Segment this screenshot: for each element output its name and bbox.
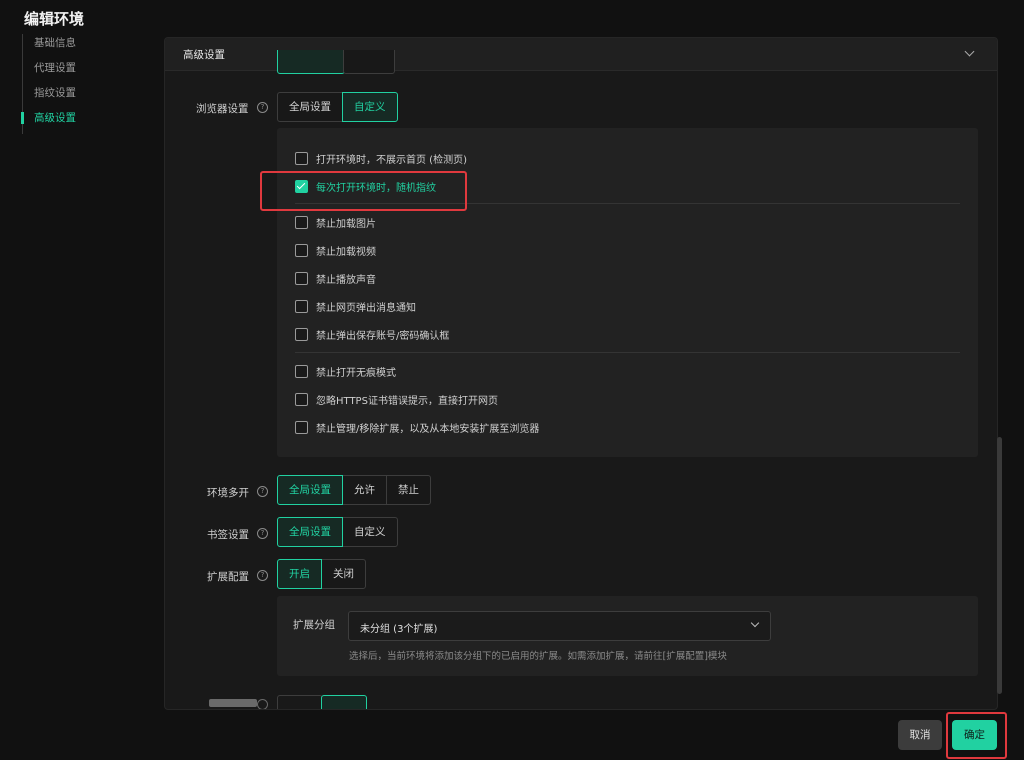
checkbox-label: 禁止打开无痕模式 <box>316 367 396 379</box>
checkbox-row[interactable]: 禁止打开无痕模式 <box>295 363 396 379</box>
side-nav: 基础信息 代理设置 指纹设置 高级设置 <box>21 34 76 134</box>
checkbox-label: 禁止网页弹出消息通知 <box>316 302 416 314</box>
checkbox-row[interactable]: 禁止弹出保存账号/密码确认框 <box>295 326 449 342</box>
checkbox-row[interactable]: 禁止管理/移除扩展，以及从本地安装扩展至浏览器 <box>295 419 539 435</box>
scrollbar-thumb[interactable] <box>997 437 1002 694</box>
checkbox[interactable] <box>295 327 308 341</box>
checkbox-row[interactable]: 忽略HTTPS证书错误提示，直接打开网页 <box>295 391 498 407</box>
scrolled-segment-top <box>277 50 395 74</box>
extension-group-label: 扩展分组 <box>293 619 335 631</box>
clipped-row <box>165 694 997 709</box>
checkbox-label: 忽略HTTPS证书错误提示，直接打开网页 <box>316 395 498 407</box>
extension-option-on[interactable]: 开启 <box>277 559 322 589</box>
extension-group-select[interactable]: 未分组 (3个扩展) <box>348 611 771 641</box>
bookmark-option-custom[interactable]: 自定义 <box>342 517 398 547</box>
nav-item-proxy[interactable]: 代理设置 <box>23 59 76 84</box>
extension-group-box: 扩展分组 未分组 (3个扩展) 选择后，当前环境将添加该分组下的已启用的扩展。如… <box>277 596 978 676</box>
multi-option-allow[interactable]: 允许 <box>342 475 387 505</box>
multi-option-global[interactable]: 全局设置 <box>277 475 343 505</box>
multi-open-segment: 全局设置 允许 禁止 <box>277 475 431 505</box>
checkbox-label: 禁止加载视频 <box>316 246 376 258</box>
browser-settings-label: 浏览器设置 <box>196 103 249 115</box>
chevron-down-icon <box>750 618 760 628</box>
checkbox[interactable] <box>295 271 308 285</box>
checkbox-label: 禁止播放声音 <box>316 274 376 286</box>
nav-item-advanced[interactable]: 高级设置 <box>21 109 76 134</box>
select-value: 未分组 (3个扩展) <box>360 624 438 635</box>
multi-open-label: 环境多开 <box>207 487 249 499</box>
highlight-box <box>946 712 1007 759</box>
checkbox-label: 禁止管理/移除扩展，以及从本地安装扩展至浏览器 <box>316 423 540 435</box>
nav-item-fingerprint[interactable]: 指纹设置 <box>23 84 76 109</box>
bookmark-label: 书签设置 <box>207 529 249 541</box>
extension-label: 扩展配置 <box>207 571 249 583</box>
checkbox-label: 禁止弹出保存账号/密码确认框 <box>316 330 450 342</box>
extension-option-off[interactable]: 关闭 <box>321 559 366 589</box>
checkbox[interactable] <box>295 392 308 406</box>
cancel-button[interactable]: 取消 <box>898 720 942 750</box>
browser-option-custom[interactable]: 自定义 <box>342 92 398 122</box>
checkbox-row[interactable]: 禁止播放声音 <box>295 270 376 286</box>
checkbox[interactable] <box>295 299 308 313</box>
extension-segment: 开启 关闭 <box>277 559 366 589</box>
chevron-down-icon[interactable] <box>964 46 975 57</box>
checkbox[interactable] <box>295 151 308 165</box>
advanced-settings-panel: 高级设置 浏览器设置 ? 全局设置 自定义 打开环境时，不展示首页 (检测页) … <box>164 37 998 710</box>
checkbox[interactable] <box>295 243 308 257</box>
help-icon[interactable]: ? <box>257 570 268 581</box>
help-icon[interactable]: ? <box>257 102 268 113</box>
checkbox-row[interactable]: 禁止加载视频 <box>295 242 376 258</box>
checkbox[interactable] <box>295 420 308 434</box>
checkbox-row[interactable]: 禁止网页弹出消息通知 <box>295 298 416 314</box>
help-icon[interactable]: ? <box>257 486 268 497</box>
extension-group-hint: 选择后，当前环境将添加该分组下的已启用的扩展。如需添加扩展，请前往[扩展配置]模… <box>349 651 727 662</box>
highlight-box <box>260 171 467 211</box>
nav-item-basic-info[interactable]: 基础信息 <box>23 34 76 59</box>
divider <box>295 352 960 353</box>
checkbox[interactable] <box>295 215 308 229</box>
checkbox-label: 禁止加载图片 <box>316 218 376 230</box>
checkbox-row[interactable]: 打开环境时，不展示首页 (检测页) <box>295 150 467 166</box>
bookmark-option-global[interactable]: 全局设置 <box>277 517 343 547</box>
help-icon[interactable]: ? <box>257 528 268 539</box>
page-title: 编辑环境 <box>24 10 85 28</box>
browser-option-global[interactable]: 全局设置 <box>277 92 343 122</box>
checkbox[interactable] <box>295 364 308 378</box>
checkbox-row[interactable]: 禁止加载图片 <box>295 214 376 230</box>
browser-settings-segment: 全局设置 自定义 <box>277 92 398 122</box>
checkbox-label: 打开环境时，不展示首页 (检测页) <box>316 154 467 166</box>
multi-option-deny[interactable]: 禁止 <box>386 475 431 505</box>
panel-title: 高级设置 <box>183 49 225 61</box>
bookmark-segment: 全局设置 自定义 <box>277 517 398 547</box>
